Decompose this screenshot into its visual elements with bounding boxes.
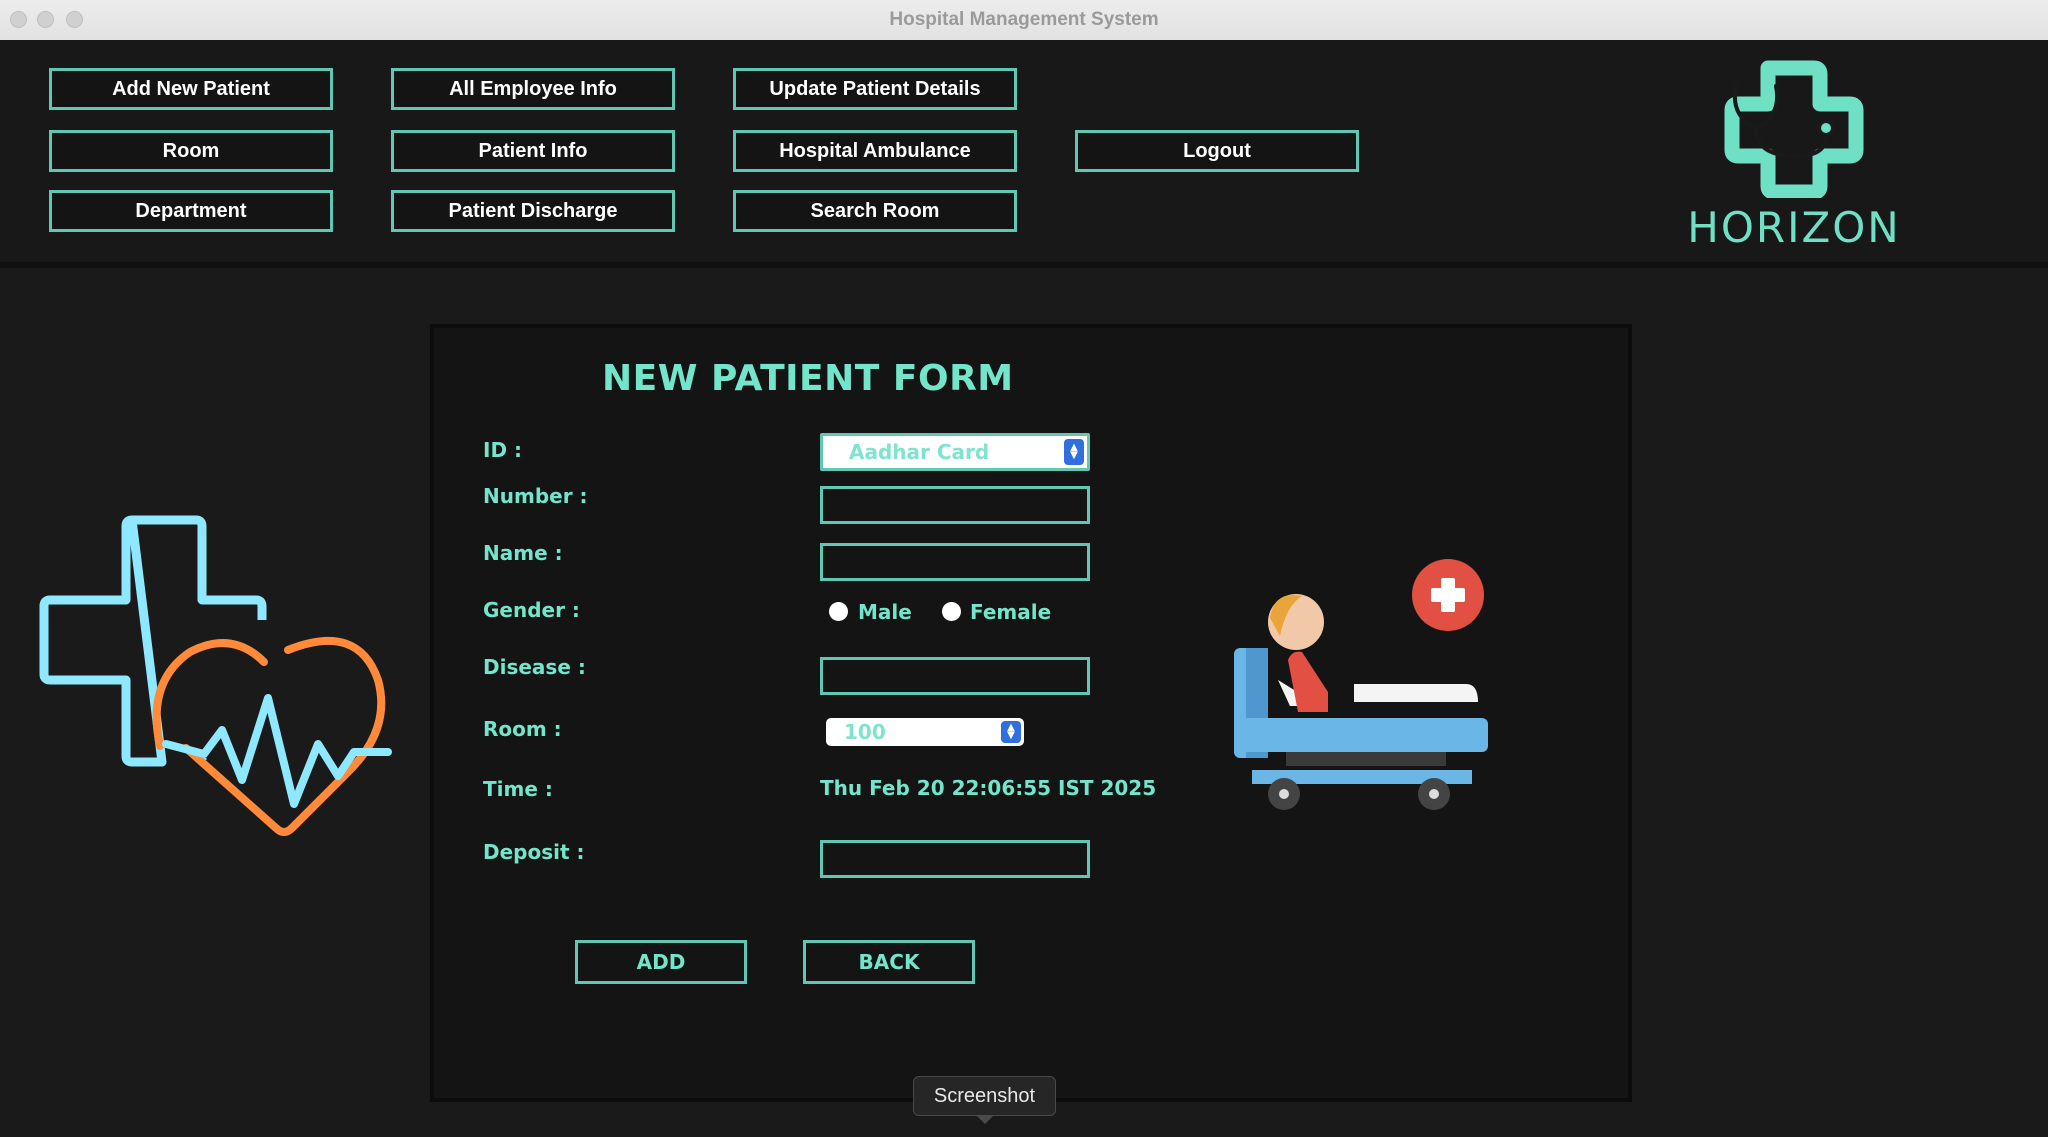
time-label: Time : bbox=[483, 777, 553, 801]
id-type-value: Aadhar Card bbox=[849, 440, 990, 464]
form-title: NEW PATIENT FORM bbox=[602, 358, 1014, 399]
chevron-updown-icon: ▲ ▼ bbox=[1001, 721, 1021, 743]
update-patient-details-button[interactable]: Update Patient Details bbox=[733, 68, 1017, 110]
add-button[interactable]: ADD bbox=[575, 940, 747, 984]
patient-info-button[interactable]: Patient Info bbox=[391, 130, 675, 172]
add-new-patient-button[interactable]: Add New Patient bbox=[49, 68, 333, 110]
patient-bed-icon bbox=[1234, 559, 1488, 810]
gender-female-radio[interactable] bbox=[942, 602, 961, 621]
number-input[interactable] bbox=[820, 486, 1090, 524]
window-title: Hospital Management System bbox=[889, 9, 1159, 30]
all-employee-info-button[interactable]: All Employee Info bbox=[391, 68, 675, 110]
name-input[interactable] bbox=[820, 543, 1090, 581]
id-label: ID : bbox=[483, 438, 523, 462]
patient-discharge-button[interactable]: Patient Discharge bbox=[391, 190, 675, 232]
hospital-ambulance-button[interactable]: Hospital Ambulance bbox=[733, 130, 1017, 172]
room-label: Room : bbox=[483, 717, 562, 741]
logout-button[interactable]: Logout bbox=[1075, 130, 1359, 172]
id-type-select[interactable]: Aadhar Card ▲ ▼ bbox=[820, 433, 1090, 471]
neon-cross-heart-icon bbox=[39, 515, 392, 836]
deposit-input[interactable] bbox=[820, 840, 1090, 878]
disease-label: Disease : bbox=[483, 655, 586, 679]
disease-input[interactable] bbox=[820, 657, 1090, 695]
name-label: Name : bbox=[483, 541, 563, 565]
screenshot-tooltip: Screenshot bbox=[913, 1076, 1056, 1116]
time-value: Thu Feb 20 22:06:55 IST 2025 bbox=[820, 776, 1157, 800]
gender-female-label: Female bbox=[970, 600, 1052, 624]
number-label: Number : bbox=[483, 484, 588, 508]
deposit-label: Deposit : bbox=[483, 840, 585, 864]
tooltip-tail bbox=[976, 1115, 994, 1124]
chevron-updown-icon: ▲ ▼ bbox=[1064, 439, 1084, 465]
department-button[interactable]: Department bbox=[49, 190, 333, 232]
back-button[interactable]: BACK bbox=[803, 940, 975, 984]
gender-male-label: Male bbox=[858, 600, 912, 624]
search-room-button[interactable]: Search Room bbox=[733, 190, 1017, 232]
room-select-value: 100 bbox=[844, 720, 886, 744]
title-bar: Hospital Management System bbox=[0, 0, 2048, 41]
gender-label: Gender : bbox=[483, 598, 580, 622]
room-select[interactable]: 100 ▲ ▼ bbox=[826, 718, 1024, 746]
gender-male-radio[interactable] bbox=[829, 602, 848, 621]
room-button[interactable]: Room bbox=[49, 130, 333, 172]
horizon-logo-icon bbox=[1724, 60, 1864, 198]
logo-text: HORIZON bbox=[1687, 203, 1901, 252]
